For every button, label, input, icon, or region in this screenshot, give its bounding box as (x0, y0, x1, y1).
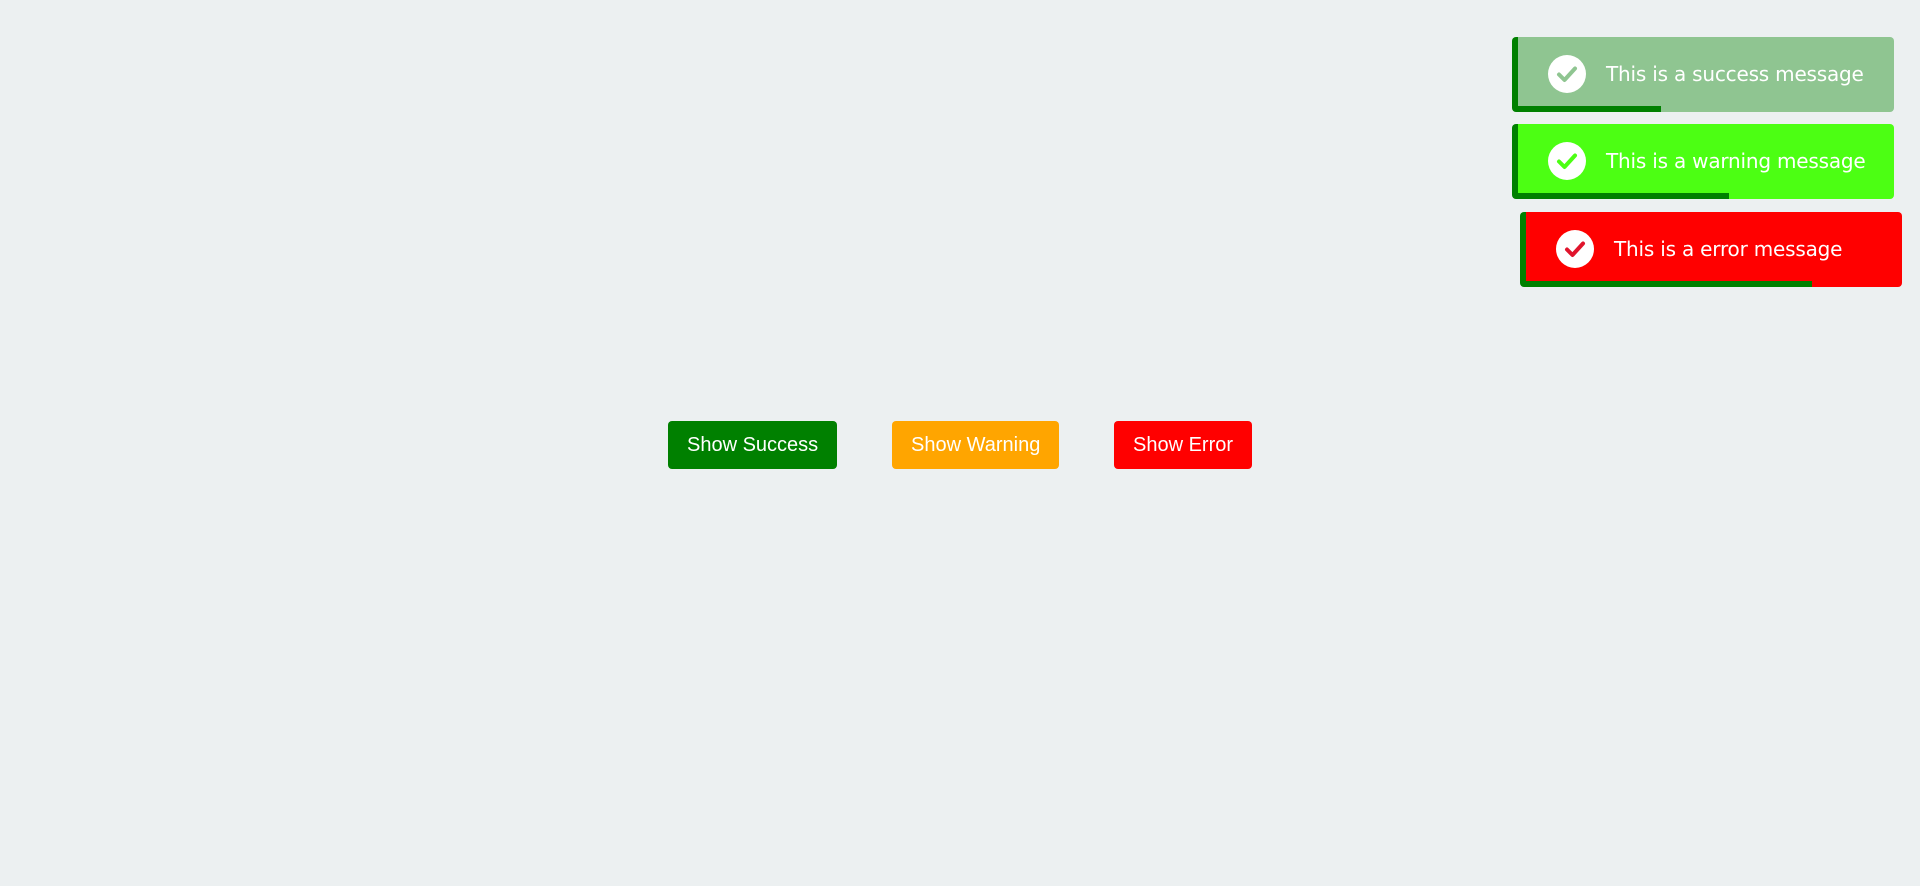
check-icon (1548, 55, 1586, 93)
show-warning-button[interactable]: Show Warning (892, 421, 1059, 469)
show-error-button[interactable]: Show Error (1114, 421, 1252, 469)
show-success-button[interactable]: Show Success (668, 421, 837, 469)
toast-progress-bar (1526, 281, 1812, 287)
toast-progress-bar (1518, 193, 1729, 199)
check-icon (1556, 230, 1594, 268)
toast-success[interactable]: This is a success message (1512, 37, 1894, 112)
toast-message: This is a success message (1606, 62, 1864, 86)
toast-error[interactable]: This is a error message (1520, 212, 1902, 287)
check-icon (1548, 142, 1586, 180)
toast-warning[interactable]: This is a warning message (1512, 124, 1894, 199)
toast-message: This is a warning message (1606, 149, 1866, 173)
toast-progress-bar (1518, 106, 1661, 112)
toast-message: This is a error message (1614, 237, 1843, 261)
page: This is a success message This is a warn… (0, 0, 1920, 886)
